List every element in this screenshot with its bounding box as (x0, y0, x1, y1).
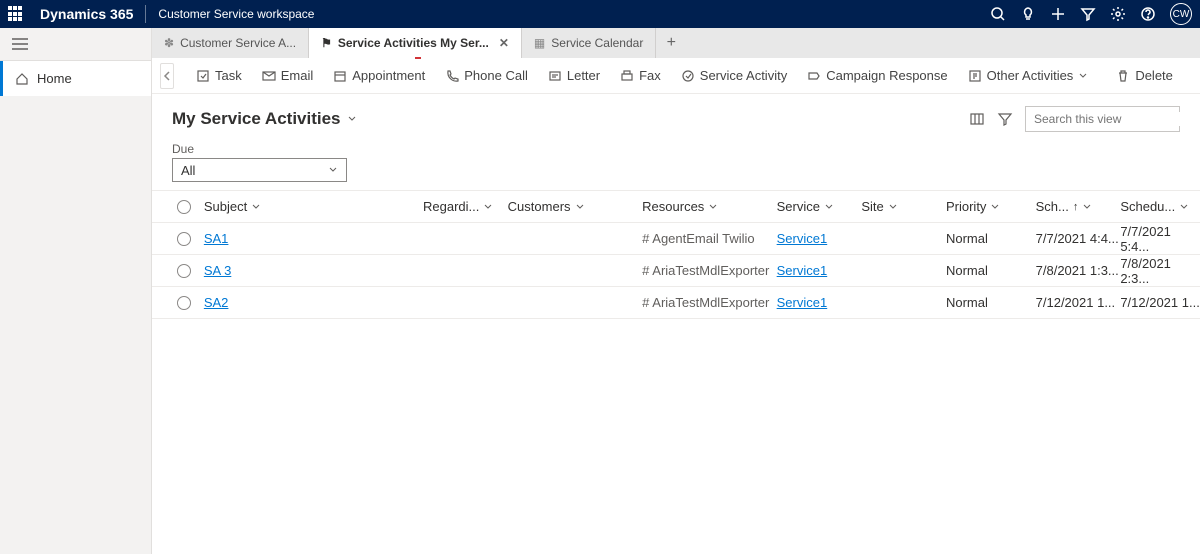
workspace-name: Customer Service workspace (158, 7, 314, 21)
cmd-delete[interactable]: Delete (1108, 64, 1181, 87)
cmd-task[interactable]: Task (188, 64, 250, 87)
service-link[interactable]: Service1 (777, 263, 828, 278)
col-regarding[interactable]: Regardi... (423, 199, 508, 214)
tab-customer-service[interactable]: ✽ Customer Service A... (152, 28, 309, 58)
view-title-dropdown[interactable]: My Service Activities (172, 109, 357, 129)
row-checkbox[interactable] (164, 264, 204, 278)
plus-icon[interactable] (1050, 6, 1066, 22)
start-cell: 7/7/2021 4:4... (1036, 231, 1121, 246)
col-customers[interactable]: Customers (508, 199, 642, 214)
add-tab-button[interactable]: + (656, 28, 686, 58)
row-checkbox[interactable] (164, 296, 204, 310)
service-link[interactable]: Service1 (777, 231, 828, 246)
filter-icon[interactable] (1080, 6, 1096, 22)
sidebar-item-home[interactable]: Home (0, 61, 151, 96)
due-filter-select[interactable]: All (172, 158, 347, 182)
subject-link[interactable]: SA2 (204, 295, 229, 310)
global-topbar: Dynamics 365 Customer Service workspace … (0, 0, 1200, 28)
view-header: My Service Activities (152, 94, 1200, 136)
cmd-phone[interactable]: Phone Call (437, 64, 536, 87)
edit-columns-button[interactable] (969, 111, 985, 127)
col-priority[interactable]: Priority (946, 199, 1036, 214)
tab-service-calendar[interactable]: ▦ Service Calendar (522, 28, 656, 58)
cmd-other-activities[interactable]: Other Activities (960, 64, 1097, 87)
filter-label: Due (172, 142, 1180, 156)
end-cell: 7/12/2021 1... (1120, 295, 1200, 310)
table-row[interactable]: SA2 # AriaTestMdlExporter Service1 Norma… (152, 287, 1200, 319)
end-cell: 7/7/2021 5:4... (1120, 224, 1200, 254)
tab-label: Service Calendar (551, 36, 643, 50)
command-bar: Task Email Appointment Phone Call Letter… (152, 58, 1200, 94)
priority-cell: Normal (946, 231, 1036, 246)
col-scheduled-start[interactable]: Sch...↑ (1036, 199, 1121, 214)
end-cell: 7/8/2021 2:3... (1120, 256, 1200, 286)
priority-cell: Normal (946, 263, 1036, 278)
cmd-delete-dropdown[interactable] (1193, 67, 1200, 85)
tab-service-activities[interactable]: ⚑ Service Activities My Ser... ✕ (309, 28, 522, 58)
subject-link[interactable]: SA 3 (204, 263, 231, 278)
back-button[interactable] (160, 63, 174, 89)
priority-cell: Normal (946, 295, 1036, 310)
chevron-down-icon (347, 114, 357, 124)
col-site[interactable]: Site (861, 199, 946, 214)
grid-header: Subject Regardi... Customers Resources S… (152, 191, 1200, 223)
cmd-email[interactable]: Email (254, 64, 322, 87)
subject-link[interactable]: SA1 (204, 231, 229, 246)
chevron-down-icon (328, 165, 338, 175)
cmd-campaign-response[interactable]: Campaign Response (799, 64, 955, 87)
cmd-fax[interactable]: Fax (612, 64, 669, 87)
service-link[interactable]: Service1 (777, 295, 828, 310)
tab-label: Service Activities My Ser... (338, 36, 489, 50)
sort-asc-icon: ↑ (1073, 201, 1079, 213)
divider (145, 5, 146, 23)
sidebar-item-label: Home (37, 71, 72, 86)
lightbulb-icon[interactable] (1020, 6, 1036, 22)
select-all-checkbox[interactable] (164, 200, 204, 214)
running-icon: ⚑ (321, 36, 332, 50)
home-icon (15, 72, 29, 86)
sidebar: Home (0, 28, 152, 554)
resources-cell: # AriaTestMdlExporter (642, 295, 776, 310)
gear-icon[interactable] (1110, 6, 1126, 22)
tab-strip: ✽ Customer Service A... ⚑ Service Activi… (152, 28, 1200, 58)
avatar[interactable]: CW (1170, 3, 1192, 25)
search-view-box[interactable] (1025, 106, 1180, 132)
cmd-appointment[interactable]: Appointment (325, 64, 433, 87)
hamburger-button[interactable] (0, 28, 151, 61)
col-scheduled-end[interactable]: Schedu... (1120, 199, 1200, 214)
filter-view-button[interactable] (997, 111, 1013, 127)
col-subject[interactable]: Subject (204, 199, 423, 214)
table-row[interactable]: SA 3 # AriaTestMdlExporter Service1 Norm… (152, 255, 1200, 287)
resources-cell: # AriaTestMdlExporter (642, 263, 776, 278)
close-icon[interactable]: ✕ (499, 36, 509, 50)
view-title: My Service Activities (172, 109, 341, 129)
brand-name: Dynamics 365 (40, 6, 133, 22)
app-launcher-icon[interactable] (8, 6, 24, 22)
table-row[interactable]: SA1 # AgentEmail Twilio Service1 Normal … (152, 223, 1200, 255)
tab-label: Customer Service A... (180, 36, 296, 50)
filter-row: Due All (152, 136, 1200, 190)
filter-value: All (181, 163, 195, 178)
grid: Subject Regardi... Customers Resources S… (152, 190, 1200, 319)
snowflake-icon: ✽ (164, 36, 174, 50)
cmd-service-activity[interactable]: Service Activity (673, 64, 795, 87)
col-resources[interactable]: Resources (642, 199, 776, 214)
calendar-icon: ▦ (534, 36, 545, 50)
search-input[interactable] (1034, 112, 1189, 126)
resources-cell: # AgentEmail Twilio (642, 231, 776, 246)
start-cell: 7/8/2021 1:3... (1036, 263, 1121, 278)
col-service[interactable]: Service (777, 199, 862, 214)
cmd-letter[interactable]: Letter (540, 64, 608, 87)
help-icon[interactable] (1140, 6, 1156, 22)
row-checkbox[interactable] (164, 232, 204, 246)
start-cell: 7/12/2021 1... (1036, 295, 1121, 310)
search-icon[interactable] (990, 6, 1006, 22)
